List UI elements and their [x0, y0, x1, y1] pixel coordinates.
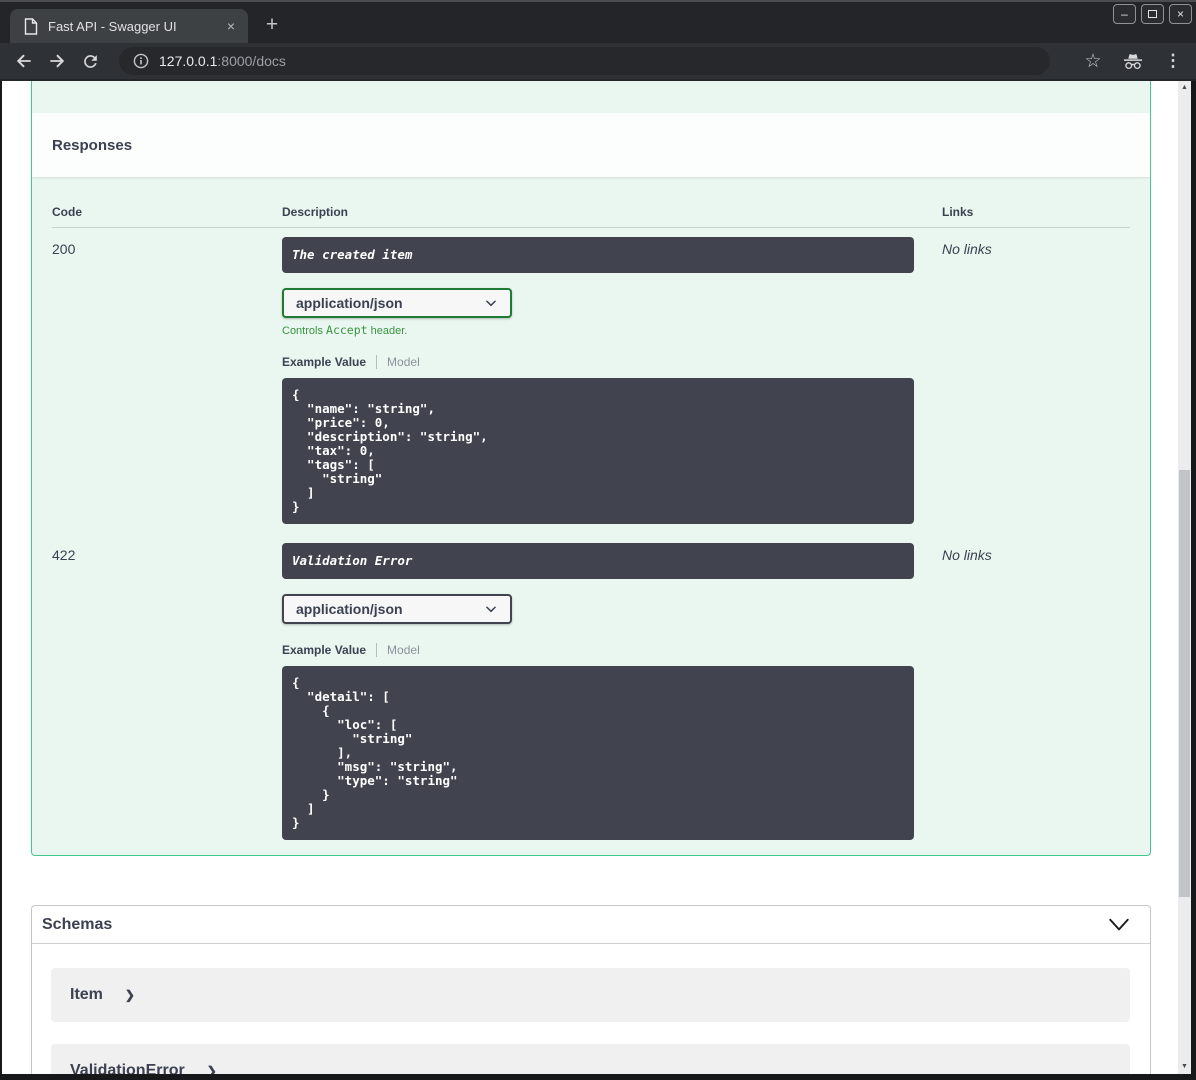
opblock-spacer [32, 81, 1150, 113]
window-top-edge [0, 0, 1196, 2]
browser-tab[interactable]: Fast API - Swagger UI × [10, 9, 248, 43]
back-button[interactable] [12, 49, 36, 73]
close-button[interactable]: × [1169, 4, 1192, 24]
window-controls: – × [1113, 4, 1192, 24]
maximize-button[interactable] [1141, 4, 1164, 24]
responses-table-header: Code Description Links [52, 195, 1130, 228]
opblock-post: Responses Code Description Links 200 The… [31, 81, 1151, 856]
url-path: :8000/docs [217, 53, 286, 69]
bookmark-star-icon[interactable]: ☆ [1080, 48, 1106, 74]
tab-example-value[interactable]: Example Value [282, 355, 366, 369]
tab-close-icon[interactable]: × [222, 17, 240, 35]
response-code: 200 [52, 241, 76, 257]
response-code: 422 [52, 547, 76, 563]
col-header-code: Code [52, 205, 82, 219]
responses-title: Responses [52, 136, 133, 154]
scroll-up-icon[interactable]: ▲ [1178, 81, 1191, 95]
response-description: The created item [282, 237, 914, 273]
model-validationerror[interactable]: ValidationError ❯ [51, 1044, 1130, 1074]
tab-example-value[interactable]: Example Value [282, 643, 366, 657]
example-json-200: { "name": "string", "price": 0, "descrip… [282, 378, 914, 524]
response-description: Validation Error [282, 543, 914, 579]
media-type-value: application/json [296, 295, 403, 311]
note-code: Accept [326, 323, 368, 337]
tab-model[interactable]: Model [387, 643, 420, 657]
response-description-cell: The created item application/json Contro… [282, 237, 942, 524]
response-links: No links [942, 241, 992, 257]
schemas-list: Item ❯ ValidationError ❯ [32, 944, 1150, 1074]
tab-title: Fast API - Swagger UI [48, 18, 177, 34]
schemas-collapse-icon[interactable] [1108, 918, 1130, 932]
response-description-cell: Validation Error application/json Exampl… [282, 543, 942, 840]
new-tab-button[interactable]: + [258, 11, 286, 39]
page-favicon-icon [24, 17, 38, 35]
model-expand-icon[interactable]: ❯ [207, 1064, 217, 1074]
url-host: 127.0.0.1 [159, 53, 218, 69]
model-name: Item [70, 986, 103, 1003]
tab-separator [376, 643, 378, 657]
media-type-value: application/json [296, 601, 403, 617]
response-row-422: 422 Validation Error application/json Ex… [52, 534, 1130, 850]
browser-window: Fast API - Swagger UI × + – × 127.0.0.1 … [0, 0, 1196, 1080]
address-bar[interactable]: 127.0.0.1:8000/docs [119, 47, 1050, 75]
model-expand-icon[interactable]: ❯ [125, 988, 135, 1002]
example-model-tabs: Example Value Model [282, 355, 942, 369]
model-name: ValidationError [70, 1062, 185, 1074]
browser-toolbar: 127.0.0.1:8000/docs ☆ ⋮ [0, 43, 1196, 79]
menu-dots-icon[interactable]: ⋮ [1160, 48, 1186, 74]
controls-accept-note: Controls Accept header. [282, 323, 942, 337]
schemas-section: Schemas Item ❯ ValidationError ❯ [31, 905, 1151, 1074]
responses-section-header: Responses [32, 113, 1150, 177]
titlebar: Fast API - Swagger UI × + – × [0, 0, 1196, 43]
reload-icon [83, 54, 97, 68]
tab-separator [376, 355, 378, 369]
tab-model[interactable]: Model [387, 355, 420, 369]
responses-table: Code Description Links 200 The created i… [32, 177, 1150, 850]
minimize-button[interactable]: – [1113, 4, 1136, 24]
scrollbar[interactable]: ▲ ▼ [1178, 81, 1191, 1074]
media-type-select[interactable]: application/json [282, 288, 512, 318]
note-suffix: header. [367, 325, 408, 337]
scrollbar-thumb[interactable] [1179, 470, 1190, 897]
schemas-title: Schemas [42, 915, 113, 933]
reload-button[interactable] [78, 49, 102, 73]
site-info-icon[interactable] [133, 53, 149, 69]
media-type-select[interactable]: application/json [282, 594, 512, 624]
forward-button[interactable] [45, 49, 69, 73]
example-json-422: { "detail": [ { "loc": [ "string" ], "ms… [282, 666, 914, 840]
response-links: No links [942, 547, 992, 563]
chevron-down-icon [486, 300, 496, 307]
chevron-down-icon [486, 606, 496, 613]
col-header-links: Links [942, 205, 974, 219]
scroll-down-icon[interactable]: ▼ [1178, 1060, 1191, 1074]
col-header-description: Description [282, 205, 349, 219]
example-model-tabs: Example Value Model [282, 643, 942, 657]
incognito-icon [1120, 48, 1146, 74]
back-icon [16, 54, 31, 68]
schemas-header[interactable]: Schemas [32, 906, 1150, 944]
model-item[interactable]: Item ❯ [51, 968, 1130, 1022]
page-content: Responses Code Description Links 200 The… [2, 81, 1178, 1074]
maximize-icon [1148, 10, 1157, 18]
response-row-200: 200 The created item application/json Co… [52, 228, 1130, 534]
forward-icon [50, 54, 65, 68]
note-prefix: Controls [282, 325, 327, 337]
